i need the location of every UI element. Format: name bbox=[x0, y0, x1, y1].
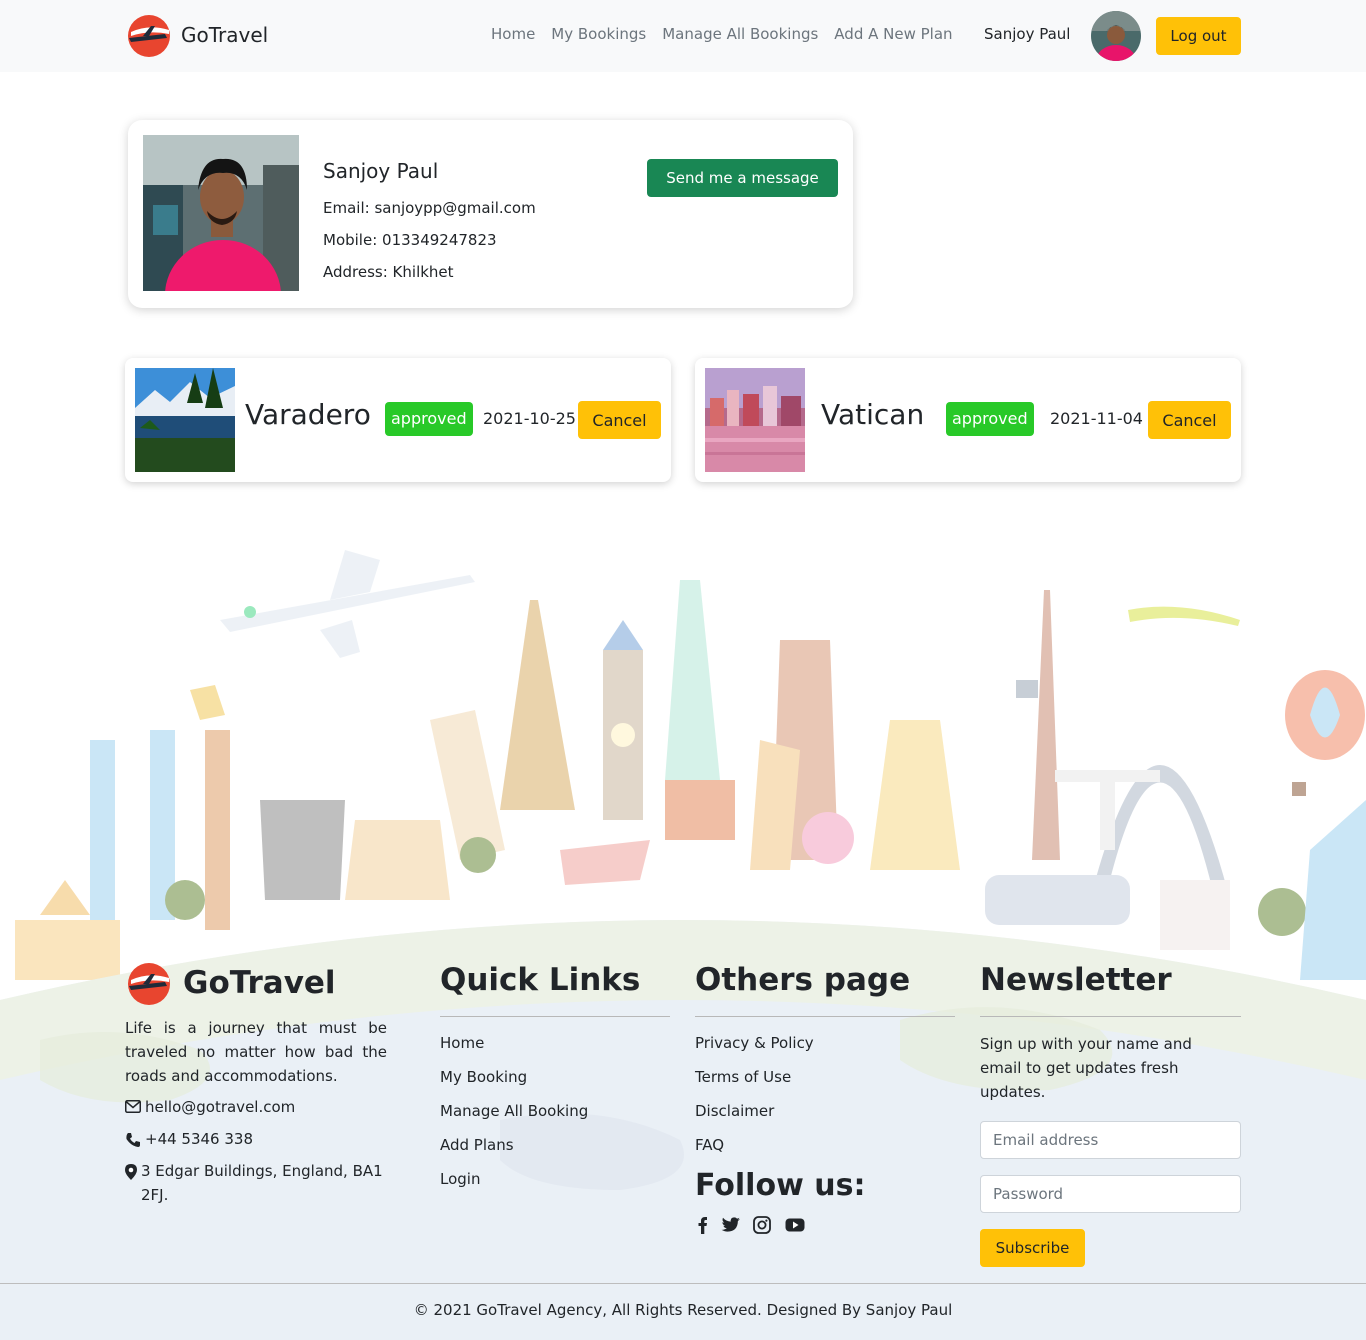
booking-place: Varadero bbox=[245, 398, 371, 431]
newsletter-text: Sign up with your name and email to get … bbox=[980, 1035, 1192, 1101]
newsletter-heading: Newsletter bbox=[980, 962, 1172, 998]
footer-phone-text: +44 5346 338 bbox=[145, 1130, 253, 1148]
logout-button[interactable]: Log out bbox=[1156, 17, 1241, 55]
booking-date: 2021-11-04 bbox=[1050, 409, 1143, 428]
nav-link-my-bookings[interactable]: My Bookings bbox=[551, 25, 646, 43]
follow-us-heading: Follow us: bbox=[695, 1168, 866, 1203]
footer-link-home[interactable]: Home bbox=[440, 1034, 484, 1052]
booking-image-varadero bbox=[135, 368, 235, 472]
profile-mobile: Mobile: 013349247823 bbox=[323, 231, 497, 249]
footer-brand-name: GoTravel bbox=[183, 965, 336, 1001]
booking-date: 2021-10-25 bbox=[483, 409, 576, 428]
phone-icon bbox=[126, 1133, 140, 1147]
subscribe-button[interactable]: Subscribe bbox=[980, 1229, 1085, 1267]
footer-link-disclaimer[interactable]: Disclaimer bbox=[695, 1102, 774, 1120]
booking-place: Vatican bbox=[821, 398, 925, 431]
cancel-booking-button[interactable]: Cancel bbox=[578, 401, 661, 439]
airplane-icon bbox=[220, 550, 475, 658]
profile-photo bbox=[143, 135, 299, 291]
divider bbox=[0, 1283, 1366, 1284]
navbar: GoTravel Home My Bookings Manage All Boo… bbox=[0, 0, 1366, 72]
map-pin-icon bbox=[125, 1164, 137, 1180]
footer-address: 3 Edgar Buildings, England, BA1 2FJ. bbox=[125, 1159, 395, 1207]
plane-logo-icon bbox=[128, 963, 170, 1005]
divider bbox=[695, 1016, 955, 1017]
nav-user-name: Sanjoy Paul bbox=[984, 25, 1071, 43]
footer-link-privacy-policy[interactable]: Privacy & Policy bbox=[695, 1034, 814, 1052]
footer-link-terms-of-use[interactable]: Terms of Use bbox=[695, 1068, 791, 1086]
avatar-image bbox=[1091, 11, 1141, 61]
brand[interactable]: GoTravel bbox=[125, 12, 268, 58]
quick-links-heading: Quick Links bbox=[440, 962, 641, 998]
youtube-icon[interactable] bbox=[785, 1216, 805, 1234]
nav-link-add-new-plan[interactable]: Add A New Plan bbox=[834, 25, 952, 43]
booking-card: Varadero approved 2021-10-25 Cancel bbox=[125, 358, 671, 482]
divider bbox=[440, 1016, 670, 1017]
footer-phone: +44 5346 338 bbox=[125, 1127, 395, 1151]
profile-address: Address: Khilkhet bbox=[323, 263, 454, 281]
divider bbox=[980, 1016, 1241, 1017]
footer-email-text: hello@gotravel.com bbox=[145, 1098, 296, 1116]
footer-link-faq[interactable]: FAQ bbox=[695, 1136, 724, 1154]
cancel-booking-button[interactable]: Cancel bbox=[1148, 401, 1231, 439]
avatar[interactable] bbox=[1091, 11, 1141, 61]
status-badge: approved bbox=[385, 402, 473, 436]
copyright-text: © 2021 GoTravel Agency, All Rights Reser… bbox=[413, 1301, 953, 1319]
profile-email: Email: sanjoypp@gmail.com bbox=[323, 199, 536, 217]
profile-card: Sanjoy Paul Email: sanjoypp@gmail.com Mo… bbox=[128, 120, 853, 308]
others-page-heading: Others page bbox=[695, 962, 911, 998]
newsletter-email-input[interactable] bbox=[980, 1121, 1241, 1159]
plane-logo-icon bbox=[128, 15, 170, 57]
twitter-icon[interactable] bbox=[721, 1216, 741, 1234]
footer-link-manage-all-booking[interactable]: Manage All Booking bbox=[440, 1102, 588, 1120]
brand-name: GoTravel bbox=[181, 23, 269, 47]
footer-link-my-booking[interactable]: My Booking bbox=[440, 1068, 527, 1086]
footer-link-add-plans[interactable]: Add Plans bbox=[440, 1136, 514, 1154]
envelope-icon bbox=[125, 1100, 141, 1113]
footer-link-login[interactable]: Login bbox=[440, 1170, 480, 1188]
profile-name: Sanjoy Paul bbox=[323, 159, 439, 183]
booking-card: Vatican approved 2021-11-04 Cancel bbox=[695, 358, 1241, 482]
footer-about: Life is a journey that must be traveled … bbox=[125, 1019, 387, 1085]
nav-link-manage-all-bookings[interactable]: Manage All Bookings bbox=[662, 25, 818, 43]
status-badge: approved bbox=[946, 402, 1034, 436]
newsletter-password-input[interactable] bbox=[980, 1175, 1241, 1213]
booking-image-vatican bbox=[705, 368, 805, 472]
facebook-icon[interactable] bbox=[693, 1216, 713, 1234]
instagram-icon[interactable] bbox=[752, 1216, 772, 1234]
footer-email: hello@gotravel.com bbox=[125, 1095, 395, 1119]
nav-links: Home My Bookings Manage All Bookings Add… bbox=[491, 25, 953, 43]
footer-brand: GoTravel bbox=[125, 960, 336, 1006]
send-message-button[interactable]: Send me a message bbox=[647, 159, 838, 197]
footer-address-text: 3 Edgar Buildings, England, BA1 2FJ. bbox=[141, 1162, 383, 1204]
nav-link-home[interactable]: Home bbox=[491, 25, 535, 43]
